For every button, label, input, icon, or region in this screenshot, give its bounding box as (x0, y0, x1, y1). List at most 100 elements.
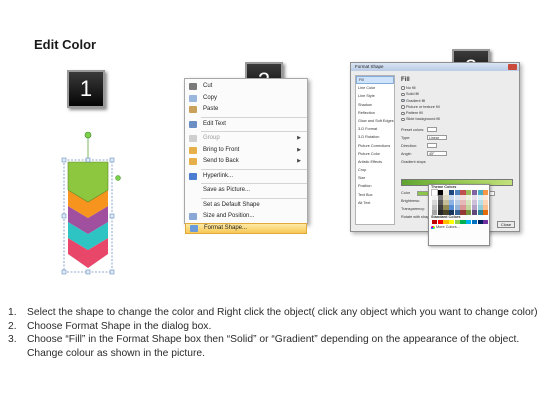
theme-color-swatch[interactable] (471, 190, 477, 195)
theme-color-swatch[interactable] (483, 195, 489, 200)
nav-item-glow[interactable]: Glow and Soft Edges (356, 117, 394, 125)
theme-color-swatch[interactable] (471, 205, 477, 210)
theme-color-swatch[interactable] (449, 200, 455, 205)
nav-item-text-box[interactable]: Text Box (356, 191, 394, 199)
menu-item-bring-to-front[interactable]: Bring to Front ▶ (185, 145, 307, 157)
theme-color-swatch[interactable] (449, 205, 455, 210)
theme-color-swatch[interactable] (454, 200, 460, 205)
nav-item-reflection[interactable]: Reflection (356, 109, 394, 117)
nav-item-artistic-effects[interactable]: Artistic Effects (356, 158, 394, 166)
type-dropdown[interactable]: Linear (427, 135, 447, 141)
dialog-title: Format Shape (351, 63, 519, 71)
theme-color-swatch[interactable] (477, 200, 483, 205)
theme-color-swatch[interactable] (483, 205, 489, 210)
close-button[interactable]: Close (497, 221, 515, 228)
theme-color-swatch[interactable] (466, 210, 472, 215)
theme-color-swatch[interactable] (471, 200, 477, 205)
radio-icon (401, 86, 405, 90)
theme-color-swatch[interactable] (466, 205, 472, 210)
edit-text-icon (189, 120, 197, 128)
submenu-arrow-icon: ▶ (297, 135, 301, 141)
context-menu: Cut Copy Paste Edit Text Group ▶ Bring to… (184, 78, 308, 234)
theme-color-swatch[interactable] (432, 205, 438, 210)
direction-dropdown[interactable] (427, 143, 437, 149)
theme-color-swatch[interactable] (466, 200, 472, 205)
color-palette-popup: Theme Colors Standard Colors More Colors… (428, 184, 490, 246)
theme-color-swatch[interactable] (432, 210, 438, 215)
theme-color-swatch[interactable] (483, 190, 489, 195)
menu-item-set-default-shape[interactable]: Set as Default Shape (185, 200, 307, 212)
menu-item-save-as-picture[interactable]: Save as Picture... (185, 185, 307, 197)
theme-color-swatch[interactable] (443, 190, 449, 195)
theme-color-swatch[interactable] (437, 210, 443, 215)
theme-color-swatch[interactable] (437, 200, 443, 205)
nav-item-fill[interactable]: Fill (356, 76, 394, 85)
chevron-stack-shape[interactable] (58, 128, 122, 276)
menu-item-hyperlink[interactable]: Hyperlink... (185, 171, 307, 183)
nav-item-size[interactable]: Size (356, 174, 394, 182)
send-back-icon (189, 158, 197, 165)
nav-item-picture-color[interactable]: Picture Color (356, 150, 394, 158)
theme-color-swatch[interactable] (483, 210, 489, 215)
menu-divider (201, 131, 307, 132)
nav-item-picture-corrections[interactable]: Picture Corrections (356, 142, 394, 150)
theme-color-swatch[interactable] (477, 190, 483, 195)
theme-color-swatch[interactable] (437, 190, 443, 195)
nav-item-3d-rotation[interactable]: 3-D Rotation (356, 133, 394, 141)
direction-row: Direction: (399, 142, 517, 150)
nav-item-line-color[interactable]: Line Color (356, 84, 394, 92)
theme-color-swatch[interactable] (460, 210, 466, 215)
theme-color-swatch[interactable] (443, 205, 449, 210)
theme-color-swatch[interactable] (437, 205, 443, 210)
instruction-text: Select the shape to change the color and… (27, 307, 538, 318)
menu-item-copy[interactable]: Copy (185, 93, 307, 105)
theme-color-swatch[interactable] (477, 195, 483, 200)
theme-color-swatch[interactable] (466, 195, 472, 200)
menu-item-send-to-back[interactable]: Send to Back ▶ (185, 156, 307, 168)
theme-color-swatch[interactable] (454, 205, 460, 210)
nav-item-position[interactable]: Position (356, 182, 394, 190)
theme-color-swatch[interactable] (460, 205, 466, 210)
menu-item-edit-text[interactable]: Edit Text (185, 119, 307, 131)
nav-item-alt-text[interactable]: Alt Text (356, 199, 394, 207)
nav-item-3d-format[interactable]: 3-D Format (356, 125, 394, 133)
theme-color-swatch[interactable] (471, 195, 477, 200)
theme-color-swatch[interactable] (454, 195, 460, 200)
theme-color-swatch[interactable] (449, 195, 455, 200)
menu-item-paste[interactable]: Paste (185, 104, 307, 116)
nav-item-crop[interactable]: Crop (356, 166, 394, 174)
theme-color-swatch[interactable] (477, 205, 483, 210)
preset-colors-dropdown[interactable] (427, 127, 437, 133)
theme-color-swatch[interactable] (454, 210, 460, 215)
theme-color-swatch[interactable] (471, 210, 477, 215)
theme-color-swatch[interactable] (460, 195, 466, 200)
theme-color-swatch[interactable] (477, 210, 483, 215)
theme-color-swatch[interactable] (437, 195, 443, 200)
theme-color-swatch[interactable] (466, 190, 472, 195)
theme-color-swatch[interactable] (443, 195, 449, 200)
menu-item-cut[interactable]: Cut (185, 81, 307, 93)
radio-selected-icon (401, 98, 405, 103)
instructions-list: 1. Select the shape to change the color … (8, 306, 556, 360)
group-icon (189, 135, 197, 142)
nav-item-shadow[interactable]: Shadow (356, 101, 394, 109)
theme-color-swatch[interactable] (432, 200, 438, 205)
more-colors-link[interactable]: More Colors... (429, 224, 489, 230)
theme-color-swatch[interactable] (460, 190, 466, 195)
selected-shape[interactable] (58, 128, 122, 276)
theme-color-swatch[interactable] (449, 190, 455, 195)
theme-color-swatch[interactable] (483, 200, 489, 205)
theme-color-swatch[interactable] (432, 195, 438, 200)
nav-item-line-style[interactable]: Line Style (356, 92, 394, 100)
angle-input[interactable]: 45° (427, 151, 447, 157)
menu-item-size-position[interactable]: Size and Position... (185, 211, 307, 223)
menu-item-format-shape[interactable]: Format Shape... (185, 222, 307, 234)
close-icon[interactable] (508, 64, 517, 70)
theme-color-swatch[interactable] (443, 210, 449, 215)
theme-color-swatch[interactable] (443, 200, 449, 205)
theme-color-swatch[interactable] (460, 200, 466, 205)
theme-color-swatch[interactable] (430, 189, 439, 196)
theme-color-swatch[interactable] (454, 190, 460, 195)
theme-color-swatch[interactable] (449, 210, 455, 215)
radio-background-fill[interactable]: Slide background fill (399, 116, 517, 122)
